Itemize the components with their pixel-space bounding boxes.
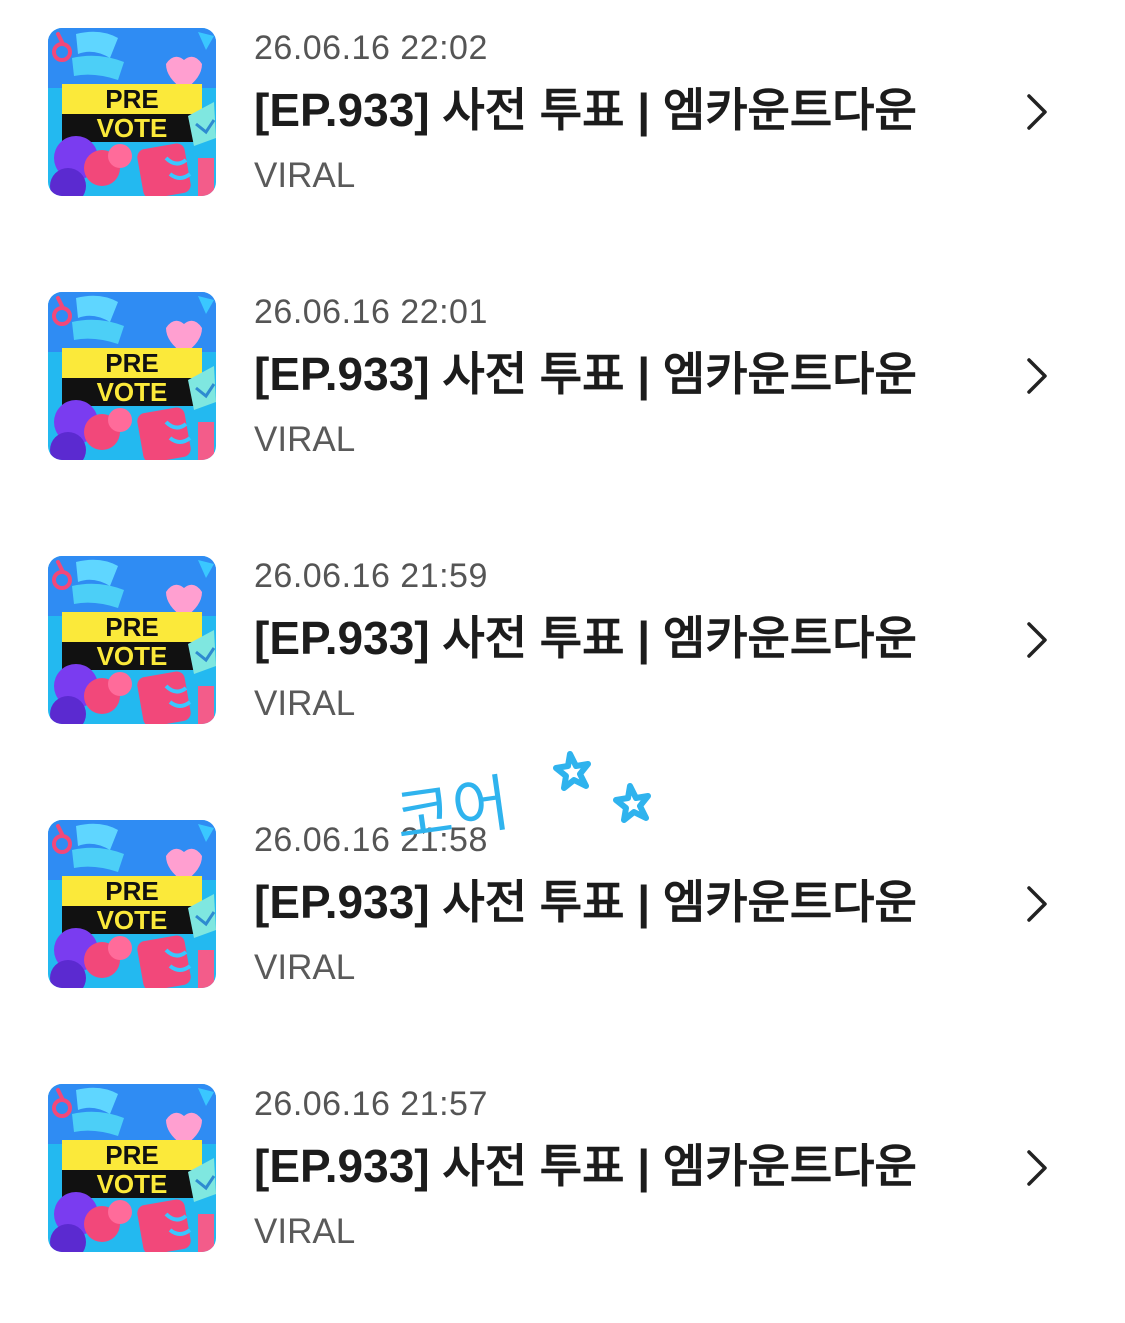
thumbnail: PRE VOTE — [48, 820, 216, 988]
chevron-right-icon[interactable] — [1018, 1148, 1054, 1188]
item-title: [EP.933] 사전 투표 | 엠카운트다운 — [254, 876, 917, 928]
item-title: [EP.933] 사전 투표 | 엠카운트다운 — [254, 612, 917, 664]
item-date: 26.06.16 21:58 — [254, 821, 488, 859]
thumbnail: PRE VOTE — [48, 1084, 216, 1252]
item-title: [EP.933] 사전 투표 | 엠카운트다운 — [254, 84, 917, 136]
thumbnail: PRE VOTE — [48, 292, 216, 460]
item-source: VIRAL — [254, 1212, 356, 1251]
item-date: 26.06.16 21:57 — [254, 1085, 488, 1123]
thumb-line2: VOTE — [97, 905, 168, 935]
thumb-line1: PRE — [105, 84, 158, 114]
pre-vote-thumbnail-image: PRE VOTE — [48, 1084, 216, 1252]
thumb-line1: PRE — [105, 348, 158, 378]
item-title: [EP.933] 사전 투표 | 엠카운트다운 — [254, 1140, 917, 1192]
pre-vote-thumbnail-image: PRE VOTE — [48, 556, 216, 724]
thumb-line2: VOTE — [97, 113, 168, 143]
item-title: [EP.933] 사전 투표 | 엠카운트다운 — [254, 348, 917, 400]
list-item[interactable]: PRE VOTE 26.06.16 22:02 [EP.933] 사전 투표 |… — [0, 0, 1125, 200]
pre-vote-thumbnail-image: PRE VOTE — [48, 28, 216, 196]
chevron-right-icon[interactable] — [1018, 620, 1054, 660]
chevron-right-icon[interactable] — [1018, 884, 1054, 924]
pre-vote-thumbnail-image: PRE VOTE — [48, 820, 216, 988]
list-item[interactable]: PRE VOTE 26.06.16 21:57 [EP.933] 사전 투표 |… — [0, 1056, 1125, 1256]
item-source: VIRAL — [254, 156, 356, 195]
thumb-line2: VOTE — [97, 641, 168, 671]
item-source: VIRAL — [254, 684, 356, 723]
chevron-right-icon[interactable] — [1018, 92, 1054, 132]
star-doodle-icon — [553, 751, 591, 791]
thumbnail: PRE VOTE — [48, 556, 216, 724]
thumb-line1: PRE — [105, 612, 158, 642]
pre-vote-thumbnail-image: PRE VOTE — [48, 292, 216, 460]
thumb-line1: PRE — [105, 876, 158, 906]
item-date: 26.06.16 22:02 — [254, 29, 488, 67]
thumb-line2: VOTE — [97, 1169, 168, 1199]
item-source: VIRAL — [254, 948, 356, 987]
chevron-right-icon[interactable] — [1018, 356, 1054, 396]
item-date: 26.06.16 22:01 — [254, 293, 488, 331]
item-source: VIRAL — [254, 420, 356, 459]
item-date: 26.06.16 21:59 — [254, 557, 488, 595]
thumbnail: PRE VOTE — [48, 28, 216, 196]
list-item[interactable]: PRE VOTE 26.06.16 21:59 [EP.933] 사전 투표 |… — [0, 528, 1125, 728]
thumb-line1: PRE — [105, 1140, 158, 1170]
list-item[interactable]: PRE VOTE 26.06.16 22:01 [EP.933] 사전 투표 |… — [0, 264, 1125, 464]
thumb-line2: VOTE — [97, 377, 168, 407]
list-item[interactable]: PRE VOTE 26.06.16 21:58 [EP.933] 사전 투표 |… — [0, 792, 1125, 992]
